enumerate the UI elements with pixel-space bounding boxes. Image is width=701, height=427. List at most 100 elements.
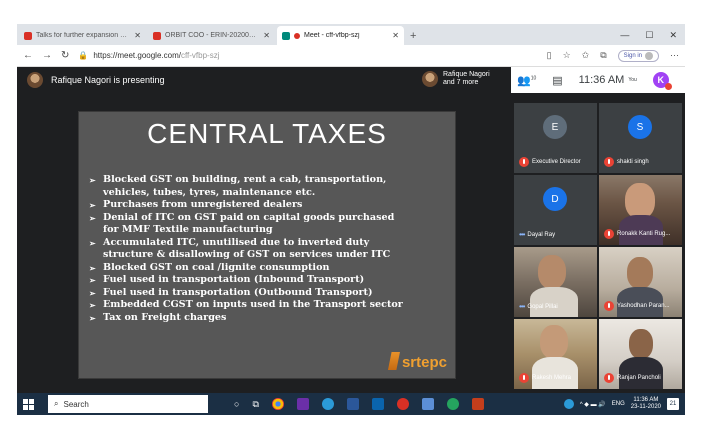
mic-off-icon xyxy=(604,301,614,311)
more-menu-icon[interactable]: ⋯ xyxy=(670,50,679,61)
meet-call-area: Rafique Nagori is presenting Rafique Nag… xyxy=(17,67,685,393)
participant-name: Ranjan Pancholi xyxy=(617,375,661,381)
self-avatar[interactable]: K xyxy=(652,72,672,90)
tray-app-icon[interactable] xyxy=(563,399,574,409)
new-tab-button[interactable]: + xyxy=(410,30,416,42)
close-tab-icon[interactable]: ✕ xyxy=(263,31,270,40)
system-tray: ^ ◆ ▬ 🔊 ENG 11:36 AM 23-11-2020 21 xyxy=(563,397,679,411)
taskbar-clock[interactable]: 11:36 AM 23-11-2020 xyxy=(631,397,661,411)
participant-avatar xyxy=(422,71,438,87)
participant-tile[interactable]: Rakesh Mehra xyxy=(514,319,597,389)
url-prefix: https://meet.google.com/ xyxy=(93,51,181,60)
participant-tile[interactable]: S shakti singh xyxy=(599,103,682,173)
search-icon: ⌕ xyxy=(54,399,59,408)
powerpoint-icon[interactable] xyxy=(471,398,484,410)
participant-tile[interactable]: D ••• Dayal Ray xyxy=(514,175,597,245)
notification-icon[interactable]: 21 xyxy=(667,398,679,410)
tab-title: Meet - cff-vfbp-szj xyxy=(304,32,360,39)
recording-dot-icon xyxy=(294,32,300,39)
reload-icon[interactable]: ↻ xyxy=(61,50,69,61)
browser-tab-meet[interactable]: Meet - cff-vfbp-szj ✕ xyxy=(277,26,404,45)
browser-tab-2[interactable]: ORBIT COO - ERIN-2020010... ✕ xyxy=(148,26,275,45)
close-tab-icon[interactable]: ✕ xyxy=(134,31,141,40)
logo-mark-icon xyxy=(387,352,400,370)
presentation-slide: CENTRAL TAXES Blocked GST on building, r… xyxy=(79,112,455,378)
sign-in-button[interactable]: Sign in xyxy=(617,49,659,62)
minimize-icon[interactable]: — xyxy=(620,30,629,41)
cortana-icon[interactable]: ○ xyxy=(234,399,239,409)
word-icon[interactable] xyxy=(346,398,359,410)
taskbar-search-input[interactable]: ⌕ Search xyxy=(48,395,208,413)
search-placeholder: Search xyxy=(63,399,89,409)
participant-tile[interactable]: Ronakk Kanti Rug... xyxy=(599,175,682,245)
others-line1: Rafique Nagori xyxy=(443,71,490,78)
participant-name: Executive Director xyxy=(532,159,581,165)
participant-initial-avatar: S xyxy=(628,115,652,139)
language-indicator[interactable]: ENG xyxy=(612,401,625,407)
windows-taskbar: ⌕ Search ○ ⧉ ^ ◆ ▬ 🔊 ENG 11:36 AM 23-11-… xyxy=(17,393,685,415)
close-window-icon[interactable]: ✕ xyxy=(669,30,677,41)
forward-arrow-icon[interactable]: → xyxy=(42,50,52,61)
slide-bullet: Denial of ITC on GST paid on capital goo… xyxy=(89,212,449,237)
slide-bullet: Fuel used in transportation (Inbound Tra… xyxy=(89,274,449,287)
chrome-icon[interactable] xyxy=(271,398,284,410)
window-controls: — ☐ ✕ xyxy=(620,30,677,41)
participant-count: 10 xyxy=(530,74,537,81)
slide-title: CENTRAL TAXES xyxy=(147,118,387,149)
meet-favicon-icon xyxy=(282,31,290,40)
favorites-icon[interactable]: ✩ xyxy=(582,50,590,61)
srtepc-logo: srtepc xyxy=(387,352,447,370)
presenter-avatar xyxy=(27,72,43,88)
window-frame: Talks for further expansion of ... ✕ ORB… xyxy=(0,0,701,427)
participant-name: Yashodhan Paran... xyxy=(617,303,670,309)
edge-icon[interactable] xyxy=(321,398,334,410)
slide-bullet: Purchases from unregistered dealers xyxy=(89,199,449,212)
address-bar[interactable]: 🔒 https://meet.google.com/cff-vfbp-szj xyxy=(78,48,438,64)
self-initial: K xyxy=(657,75,665,85)
others-line2: and 7 more xyxy=(443,79,479,86)
back-arrow-icon[interactable]: ← xyxy=(23,50,33,61)
task-view-icon[interactable]: ⧉ xyxy=(252,399,258,410)
camera-blocked-icon[interactable]: ▯ xyxy=(547,50,552,61)
mic-off-icon xyxy=(604,229,614,239)
app-icon[interactable] xyxy=(296,398,309,410)
acrobat-icon[interactable] xyxy=(396,398,409,410)
tray-icons[interactable]: ^ ◆ ▬ 🔊 xyxy=(580,401,606,408)
participant-name: Gopal Pillai xyxy=(527,303,558,310)
presenter-participants-chip[interactable]: Rafique Nagori and 7 more xyxy=(422,71,490,87)
participant-tile[interactable]: ••• Gopal Pillai xyxy=(514,247,597,317)
slide-bullet: Blocked GST on building, rent a cab, tra… xyxy=(89,174,449,199)
participant-initial-avatar: D xyxy=(543,187,567,211)
chat-icon[interactable]: ▤ xyxy=(552,74,562,87)
mic-off-icon xyxy=(519,373,529,383)
participant-tile[interactable]: Ranjan Pancholi xyxy=(599,319,682,389)
chat-app-icon[interactable] xyxy=(446,398,459,410)
mic-off-icon xyxy=(604,373,614,383)
presenter-text: Rafique Nagori is presenting xyxy=(51,75,165,85)
close-tab-icon[interactable]: ✕ xyxy=(392,31,399,40)
participant-tile[interactable]: Yashodhan Paran... xyxy=(599,247,682,317)
muted-badge-icon xyxy=(664,83,672,90)
windows-start-icon[interactable] xyxy=(23,398,34,410)
people-icon[interactable]: 👥10 xyxy=(517,74,536,87)
collections-icon[interactable]: ⧉ xyxy=(600,50,606,61)
slide-bullet: Embedded CGST on inputs used in the Tran… xyxy=(89,299,449,312)
clock-date: 23-11-2020 xyxy=(630,404,661,410)
slide-bullet: Tax on Freight charges xyxy=(89,312,449,325)
participant-name: Rakesh Mehra xyxy=(532,375,572,381)
toolbar-right-icons: ▯ ☆ ✩ ⧉ Sign in ⋯ xyxy=(547,49,679,62)
tab-favicon-icon xyxy=(153,31,161,40)
taskbar-apps: ○ ⧉ xyxy=(234,398,484,410)
meeting-clock: 11:36 AM xyxy=(578,74,625,86)
browser-tab-1[interactable]: Talks for further expansion of ... ✕ xyxy=(19,26,146,45)
meet-header: 👥10 ▤ 11:36 AM You K xyxy=(511,67,685,93)
maximize-icon[interactable]: ☐ xyxy=(645,30,653,41)
url-path: cff-vfbp-szj xyxy=(180,51,220,60)
star-icon[interactable]: ☆ xyxy=(563,50,571,61)
participant-name: Dayal Ray xyxy=(527,231,556,238)
participant-tile[interactable]: E Executive Director xyxy=(514,103,597,173)
browser-toolbar: ← → ↻ 🔒 https://meet.google.com/cff-vfbp… xyxy=(17,45,685,67)
store-icon[interactable] xyxy=(421,398,434,410)
mail-icon[interactable] xyxy=(371,398,384,410)
speaking-indicator-icon: ••• xyxy=(519,302,525,311)
